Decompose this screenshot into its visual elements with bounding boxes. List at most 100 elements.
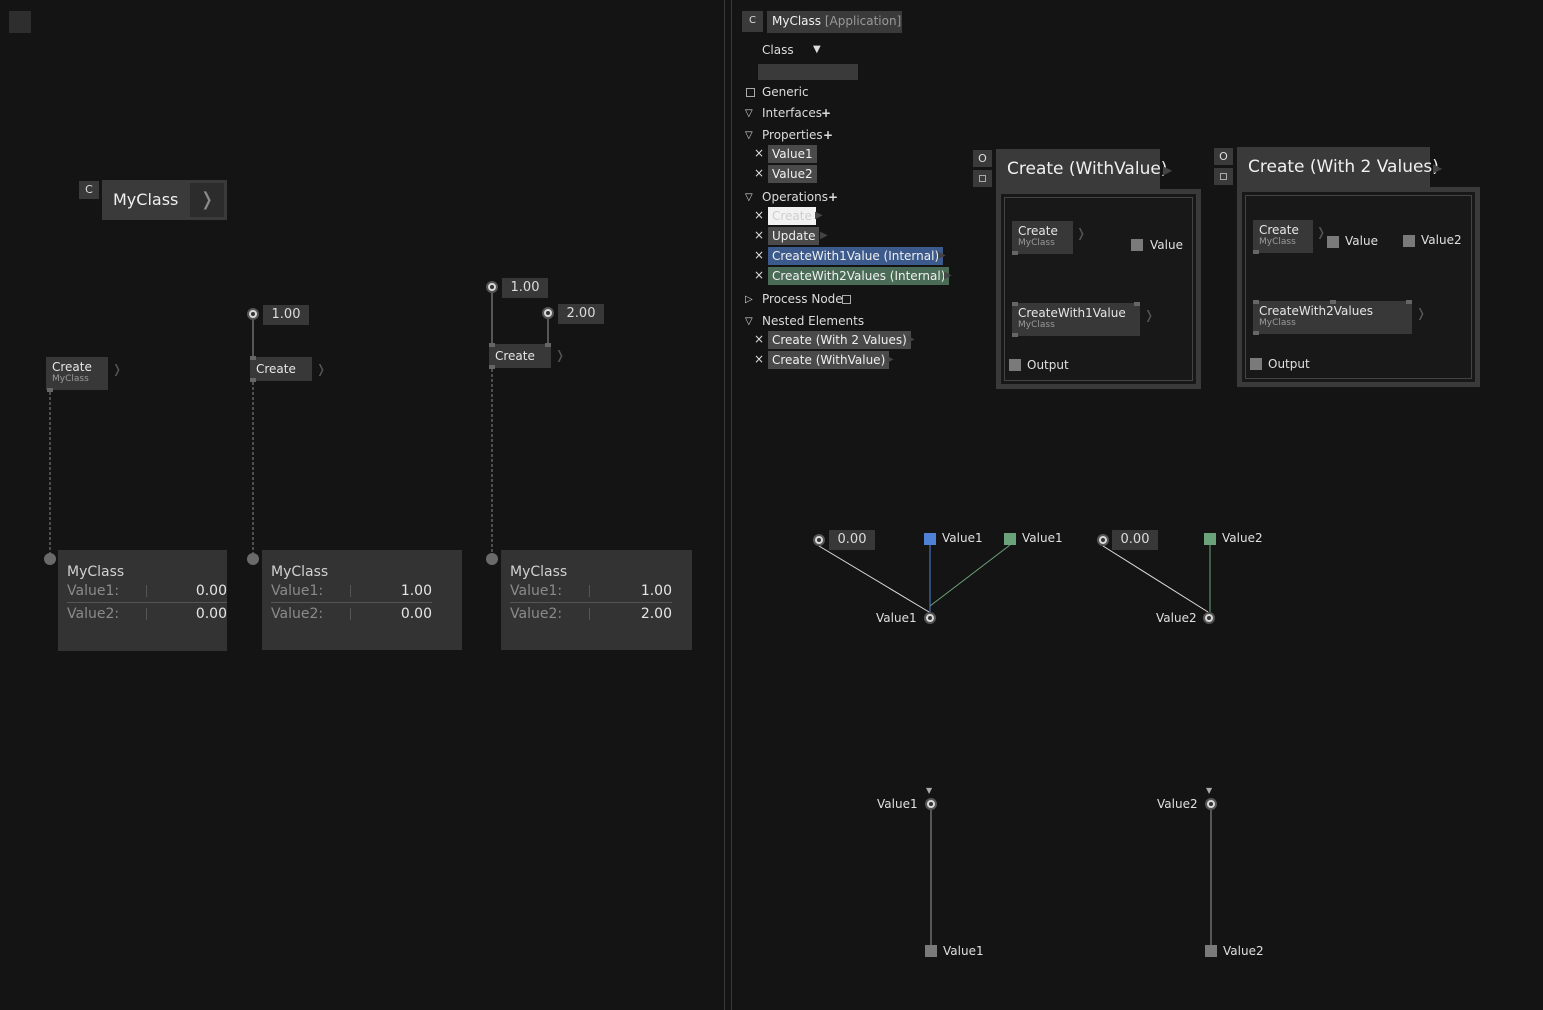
nested-create-with-2-values[interactable]: Create (With 2 Values) — [768, 331, 911, 349]
input-pad-blue[interactable] — [924, 533, 936, 545]
add-interface-plus-icon[interactable]: + — [821, 105, 831, 121]
inspector-input-pad[interactable] — [247, 553, 259, 565]
input-pad-square[interactable] — [1327, 236, 1339, 248]
create-node[interactable]: Create MyClass — [1012, 221, 1073, 254]
createwith1value-node[interactable]: CreateWith1Value MyClass — [1012, 303, 1140, 336]
chevron-right-icon: ❭ — [1316, 225, 1327, 239]
remove-x-icon[interactable]: × — [754, 248, 764, 262]
remove-x-icon[interactable]: × — [754, 268, 764, 282]
input-pin[interactable] — [1253, 300, 1259, 304]
value-iobox[interactable]: 1.00 — [263, 305, 309, 325]
output-pad-square[interactable] — [925, 945, 937, 957]
frame-o-button[interactable]: O — [973, 150, 992, 167]
value-iobox[interactable]: 2.00 — [558, 304, 604, 324]
create-node[interactable]: Create MyClass — [46, 357, 108, 390]
input-pin[interactable] — [1012, 302, 1018, 306]
frame-collapse-button[interactable] — [1214, 168, 1233, 185]
input-pad[interactable] — [1205, 798, 1217, 810]
input-pin[interactable] — [1330, 300, 1336, 304]
input-pin[interactable] — [545, 343, 551, 347]
create-node[interactable]: Create MyClass — [1253, 220, 1313, 253]
value-iobox[interactable]: 1.00 — [502, 278, 548, 298]
left-pane-menu-button[interactable] — [9, 11, 31, 33]
output-pin[interactable] — [1012, 251, 1018, 255]
output-pin[interactable] — [47, 388, 53, 392]
create-node[interactable]: Create — [489, 344, 551, 368]
remove-x-icon[interactable]: × — [754, 146, 764, 160]
input-pad-square[interactable] — [1131, 239, 1143, 251]
createwith2values-node[interactable]: CreateWith2Values MyClass — [1253, 301, 1412, 334]
output-pad[interactable] — [1203, 612, 1215, 624]
remove-x-icon[interactable]: × — [754, 228, 764, 242]
frame-o-button[interactable]: O — [1214, 148, 1233, 165]
output-pad-label: Output — [1268, 357, 1310, 371]
output-pin[interactable] — [250, 378, 256, 382]
inspector-title: MyClass — [271, 564, 329, 580]
output-pin[interactable] — [1012, 333, 1018, 337]
property-value1[interactable]: Value1 — [768, 145, 817, 163]
input-pad-square[interactable] — [1403, 235, 1415, 247]
inspector-input-pad[interactable] — [486, 553, 498, 565]
output-pin[interactable] — [1253, 331, 1259, 335]
add-property-plus-icon[interactable]: + — [823, 127, 833, 143]
input-pad-green[interactable] — [1004, 533, 1016, 545]
property-value2[interactable]: Value2 — [768, 165, 817, 183]
expand-triangle-icon[interactable]: ▽ — [745, 106, 753, 122]
remove-x-icon[interactable]: × — [754, 208, 764, 222]
collapsed-triangle-icon[interactable]: ▷ — [745, 292, 753, 308]
frame-title-create-withvalue[interactable]: Create (WithValue) — [996, 149, 1167, 189]
input-pin[interactable] — [489, 343, 495, 347]
class-open-chevron-icon[interactable]: ❭ — [190, 183, 224, 217]
generic-checkbox[interactable] — [746, 88, 755, 97]
input-pin[interactable] — [250, 356, 256, 360]
create-node[interactable]: Create — [250, 357, 312, 381]
expand-triangle-icon[interactable]: ▽ — [745, 128, 753, 144]
inspector-input-pad[interactable] — [44, 553, 56, 565]
iobox-pad[interactable] — [486, 281, 498, 293]
operation-createwith2values[interactable]: CreateWith2Values (Internal) — [768, 267, 950, 285]
input-pad[interactable] — [925, 798, 937, 810]
operation-createwith1value[interactable]: CreateWith1Value (Internal) — [768, 247, 944, 265]
create-node-label: Create — [1018, 224, 1058, 238]
output-pad-square[interactable] — [1205, 945, 1217, 957]
inspector-row: Value1: 1.00 — [271, 580, 432, 603]
output-pin[interactable] — [1253, 250, 1259, 254]
value-iobox[interactable]: 0.00 — [829, 530, 875, 550]
class-definition-node[interactable]: MyClass ❭ — [102, 180, 227, 220]
kind-dropdown[interactable]: Class ▼ — [762, 42, 821, 58]
operation-update[interactable]: Update — [768, 227, 820, 245]
generic-label: Generic — [762, 85, 809, 99]
remove-x-icon[interactable]: × — [754, 166, 764, 180]
expand-triangle-icon[interactable]: ▽ — [745, 190, 753, 206]
value-iobox[interactable]: 0.00 — [1112, 530, 1158, 550]
input-pad-label: Value — [1345, 234, 1378, 248]
frame-title-create-with-2-values[interactable]: Create (With 2 Values) — [1237, 147, 1439, 187]
iobox-pad[interactable] — [542, 307, 554, 319]
pane-divider[interactable] — [731, 0, 732, 1010]
inspector-row: Value1: 0.00 — [67, 580, 227, 603]
input-pad-green[interactable] — [1204, 533, 1216, 545]
frame-collapse-button[interactable] — [973, 170, 992, 187]
operation-create[interactable]: Create — [768, 207, 816, 225]
iobox-pad[interactable] — [1097, 534, 1109, 546]
output-pad-square[interactable] — [1009, 359, 1021, 371]
iobox-pad[interactable] — [247, 308, 259, 320]
expand-triangle-icon[interactable]: ▽ — [745, 314, 753, 330]
input-pin[interactable] — [1134, 302, 1140, 306]
add-operation-plus-icon[interactable]: + — [828, 189, 838, 205]
inspector-row-value: 0.00 — [400, 606, 432, 622]
nested-create-withvalue[interactable]: Create (WithValue) — [768, 351, 890, 369]
output-pad-square[interactable] — [1250, 358, 1262, 370]
class-header[interactable]: MyClass [Application] — [767, 11, 902, 33]
input-pin[interactable] — [1406, 300, 1412, 304]
chevron-right-icon: ❭ — [112, 362, 123, 376]
output-pad[interactable] — [924, 612, 936, 624]
process-node-checkbox[interactable] — [842, 295, 851, 304]
output-pin[interactable] — [489, 365, 495, 369]
iobox-pad[interactable] — [813, 534, 825, 546]
remove-x-icon[interactable]: × — [754, 332, 764, 346]
class-name-field[interactable] — [758, 64, 858, 80]
object-inspector-panel: MyClass Value1: 1.00 Value2: 0.00 — [262, 550, 462, 650]
remove-x-icon[interactable]: × — [754, 352, 764, 366]
pane-divider[interactable] — [724, 0, 725, 1010]
